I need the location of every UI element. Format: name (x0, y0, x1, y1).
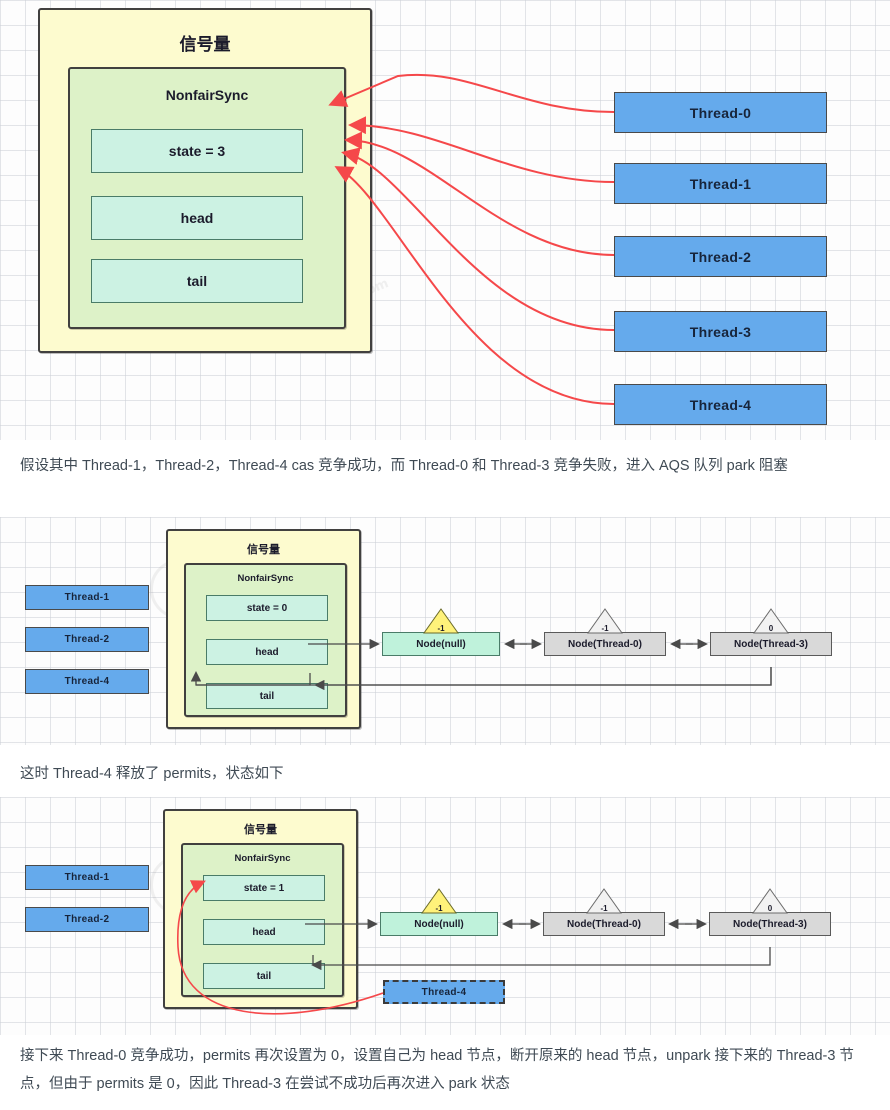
paragraph-2: 这时 Thread-4 释放了 permits，状态如下 (20, 766, 284, 782)
thread-box-d2-1: Thread-1 (25, 585, 149, 610)
semaphore-title-1: 信号量 (179, 35, 231, 54)
thread-box-1: Thread-1 (614, 163, 827, 204)
thread-box-d3-1: Thread-1 (25, 865, 149, 890)
field-head-2: head (206, 639, 328, 665)
nonfairsync-container-2: NonfairSync state = 0 head tail (184, 563, 347, 717)
field-state-2: state = 0 (206, 595, 328, 621)
field-tail-2: tail (206, 683, 328, 709)
node-box-d3-2: Node(Thread-3) (709, 912, 831, 936)
thread-box-d2-4: Thread-4 (25, 669, 149, 694)
thread-box-d3-2: Thread-2 (25, 907, 149, 932)
paragraph-1: 假设其中 Thread-1，Thread-2，Thread-4 cas 竞争成功… (20, 458, 788, 474)
waitstatus-badge-d2-1: -1 (587, 608, 623, 634)
thread-box-d2-2: Thread-2 (25, 627, 149, 652)
waitstatus-badge-d3-0: -1 (421, 888, 457, 914)
diagram-1-canvas: www.itheima.com 信号量 NonfairSync state = … (0, 0, 890, 440)
waitstatus-badge-d2-0: -1 (423, 608, 459, 634)
field-tail-1: tail (91, 259, 303, 303)
semaphore-title-3: 信号量 (244, 824, 277, 836)
waitstatus-value-d2-2: 0 (768, 624, 774, 633)
nonfairsync-title-3: NonfairSync (234, 853, 291, 864)
semaphore-container-3: 信号量 NonfairSync state = 1 head tail (163, 809, 358, 1009)
waitstatus-value-d3-0: -1 (435, 904, 443, 913)
node-box-d3-1: Node(Thread-0) (543, 912, 665, 936)
field-head-1: head (91, 196, 303, 240)
node-box-d3-0: Node(null) (380, 912, 498, 936)
thread-box-3: Thread-3 (614, 311, 827, 352)
waitstatus-value-d3-1: -1 (600, 904, 608, 913)
semaphore-container-1: 信号量 NonfairSync state = 3 head tail (38, 8, 372, 353)
waitstatus-badge-d3-2: 0 (752, 888, 788, 914)
diagram-3-canvas: www.itheima.com Thread-1 Thread-2 信号量 No… (0, 797, 890, 1035)
thread-box-0: Thread-0 (614, 92, 827, 133)
semaphore-container-2: 信号量 NonfairSync state = 0 head tail (166, 529, 361, 729)
field-state-3: state = 1 (203, 875, 325, 901)
field-state-1: state = 3 (91, 129, 303, 173)
diagram-2-canvas: www.itheima.com Thread-1 Thread-2 Thread… (0, 517, 890, 745)
node-box-d2-1: Node(Thread-0) (544, 632, 666, 656)
field-tail-3: tail (203, 963, 325, 989)
page-root: www.itheima.com 信号量 NonfairSync state = … (0, 0, 890, 1110)
nonfairsync-container-3: NonfairSync state = 1 head tail (181, 843, 344, 997)
waitstatus-badge-d3-1: -1 (586, 888, 622, 914)
waitstatus-value-d2-1: -1 (601, 624, 609, 633)
nonfairsync-title-2: NonfairSync (237, 573, 294, 584)
nonfairsync-container-1: NonfairSync state = 3 head tail (68, 67, 346, 329)
field-head-3: head (203, 919, 325, 945)
node-box-d2-0: Node(null) (382, 632, 500, 656)
paragraph-3: 接下来 Thread-0 竞争成功，permits 再次设置为 0，设置自己为 … (20, 1048, 854, 1092)
waitstatus-badge-d2-2: 0 (753, 608, 789, 634)
waitstatus-value-d2-0: -1 (437, 624, 445, 633)
nonfairsync-title-1: NonfairSync (165, 87, 249, 103)
waitstatus-value-d3-2: 0 (767, 904, 773, 913)
semaphore-title-2: 信号量 (247, 544, 280, 556)
released-thread-box-d3: Thread-4 (383, 980, 505, 1004)
thread-box-4: Thread-4 (614, 384, 827, 425)
node-box-d2-2: Node(Thread-3) (710, 632, 832, 656)
thread-box-2: Thread-2 (614, 236, 827, 277)
